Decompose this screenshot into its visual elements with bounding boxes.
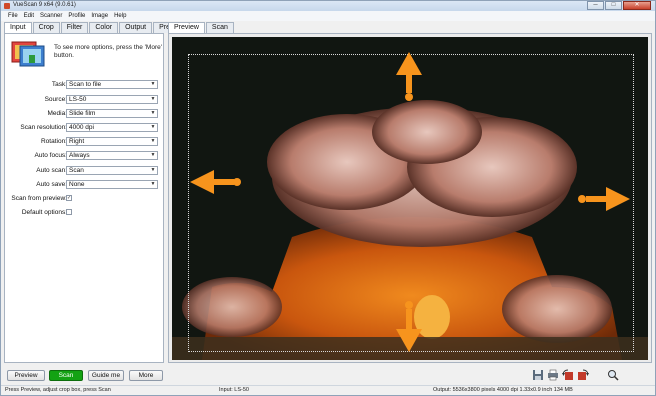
preview-image[interactable] bbox=[172, 37, 648, 360]
auto-scan-row: Auto scan: Scan ▼ bbox=[5, 166, 163, 176]
filmstrip-info-icon bbox=[11, 41, 45, 67]
menu-file[interactable]: File bbox=[5, 11, 21, 21]
guide-me-button[interactable]: Guide me bbox=[88, 370, 124, 381]
status-output: Output: 5536x3800 pixels 4000 dpi 1.33x0… bbox=[433, 387, 573, 393]
maximize-button[interactable]: □ bbox=[605, 1, 622, 10]
source-select[interactable]: LS-50 ▼ bbox=[66, 95, 158, 104]
auto-scan-select[interactable]: Scan ▼ bbox=[66, 166, 158, 175]
menu-help[interactable]: Help bbox=[111, 11, 129, 21]
source-row: Source: LS-50 ▼ bbox=[5, 95, 163, 105]
close-button[interactable]: ✕ bbox=[623, 1, 651, 10]
rotate-left-icon[interactable] bbox=[562, 369, 574, 381]
crop-handle-right[interactable] bbox=[578, 187, 630, 211]
auto-scan-value: Scan bbox=[69, 167, 84, 174]
preview-area bbox=[168, 33, 652, 363]
media-row: Media: Slide film ▼ bbox=[5, 109, 163, 119]
default-options-checkbox[interactable] bbox=[66, 209, 72, 215]
menu-profile[interactable]: Profile bbox=[65, 11, 88, 21]
rotation-select[interactable]: Right ▼ bbox=[66, 137, 158, 146]
scan-button[interactable]: Scan bbox=[49, 370, 83, 381]
save-icon[interactable] bbox=[532, 369, 544, 381]
minimize-button[interactable]: ─ bbox=[587, 1, 604, 10]
rotation-value: Right bbox=[69, 138, 85, 145]
auto-save-row: Auto save: None ▼ bbox=[5, 180, 163, 190]
media-select[interactable]: Slide film ▼ bbox=[66, 109, 158, 118]
title-bar: VueScan 9 x64 (9.0.61) ─ □ ✕ bbox=[1, 1, 655, 11]
auto-focus-select[interactable]: Always ▼ bbox=[66, 151, 158, 160]
rotation-label: Rotation: bbox=[40, 138, 67, 145]
auto-save-select[interactable]: None ▼ bbox=[66, 180, 158, 189]
task-row: Task: Scan to file ▼ bbox=[5, 80, 163, 90]
scan-from-preview-label: Scan from preview: bbox=[11, 195, 67, 202]
scan-from-preview-row: Scan from preview: ✓ bbox=[5, 194, 163, 204]
status-hint: Press Preview, adjust crop box, press Sc… bbox=[5, 387, 111, 393]
auto-focus-label: Auto focus: bbox=[34, 152, 67, 159]
info-message: To see more options, press the 'More' bu… bbox=[54, 44, 162, 59]
chevron-down-icon: ▼ bbox=[150, 110, 156, 116]
menu-bar: File Edit Scanner Profile Image Help bbox=[1, 11, 655, 21]
preview-tabs: Preview Scan bbox=[168, 22, 235, 34]
chevron-down-icon: ▼ bbox=[150, 181, 156, 187]
crop-handle-top[interactable] bbox=[396, 52, 422, 101]
scan-resolution-label: Scan resolution: bbox=[20, 124, 67, 131]
tab-scan[interactable]: Scan bbox=[205, 22, 234, 33]
chevron-down-icon: ▼ bbox=[150, 152, 156, 158]
rotation-row: Rotation: Right ▼ bbox=[5, 137, 163, 147]
auto-focus-value: Always bbox=[69, 152, 90, 159]
crop-handle-bottom[interactable] bbox=[396, 301, 422, 352]
menu-edit[interactable]: Edit bbox=[21, 11, 37, 21]
crop-handles bbox=[190, 52, 630, 352]
options-tabs: Input Crop Filter Color Output Prefs bbox=[4, 22, 182, 34]
print-icon[interactable] bbox=[547, 369, 559, 381]
menu-image[interactable]: Image bbox=[88, 11, 111, 21]
auto-save-label: Auto save: bbox=[36, 181, 67, 188]
auto-scan-label: Auto scan: bbox=[36, 167, 67, 174]
source-value: LS-50 bbox=[69, 96, 87, 103]
tab-filter[interactable]: Filter bbox=[60, 22, 89, 33]
chevron-down-icon: ▼ bbox=[150, 96, 156, 102]
more-button[interactable]: More bbox=[129, 370, 163, 381]
default-options-row: Default options: bbox=[5, 208, 163, 218]
window-title: VueScan 9 x64 (9.0.61) bbox=[13, 2, 76, 8]
media-label: Media: bbox=[47, 110, 67, 117]
zoom-icon[interactable] bbox=[607, 369, 619, 381]
app-icon bbox=[4, 3, 10, 9]
task-select[interactable]: Scan to file ▼ bbox=[66, 80, 158, 89]
chevron-down-icon: ▼ bbox=[150, 138, 156, 144]
rotate-right-icon[interactable] bbox=[577, 369, 589, 381]
scan-resolution-row: Scan resolution: 4000 dpi ▼ bbox=[5, 123, 163, 133]
default-options-label: Default options: bbox=[21, 209, 67, 216]
chevron-down-icon: ▼ bbox=[150, 81, 156, 87]
options-panel: To see more options, press the 'More' bu… bbox=[4, 33, 164, 363]
scan-resolution-value: 4000 dpi bbox=[69, 124, 94, 131]
task-value: Scan to file bbox=[69, 81, 102, 88]
scan-from-preview-checkbox[interactable]: ✓ bbox=[66, 195, 72, 201]
preview-button[interactable]: Preview bbox=[7, 370, 45, 381]
source-label: Source: bbox=[44, 96, 67, 103]
crop-handle-left[interactable] bbox=[190, 170, 241, 194]
chevron-down-icon: ▼ bbox=[150, 124, 156, 130]
media-value: Slide film bbox=[69, 110, 96, 117]
app-window: VueScan 9 x64 (9.0.61) ─ □ ✕ File Edit S… bbox=[0, 0, 656, 396]
auto-focus-row: Auto focus: Always ▼ bbox=[5, 151, 163, 161]
scan-resolution-select[interactable]: 4000 dpi ▼ bbox=[66, 123, 158, 132]
task-label: Task: bbox=[51, 81, 67, 88]
tab-color[interactable]: Color bbox=[89, 22, 119, 33]
menu-scanner[interactable]: Scanner bbox=[37, 11, 65, 21]
auto-save-value: None bbox=[69, 181, 85, 188]
status-input: Input: LS-50 bbox=[219, 387, 249, 393]
window-controls: ─ □ ✕ bbox=[586, 1, 651, 10]
tab-crop[interactable]: Crop bbox=[32, 22, 60, 33]
tab-output[interactable]: Output bbox=[119, 22, 153, 33]
bottom-toolbar: Preview Scan Guide me More bbox=[1, 365, 655, 385]
status-bar: Press Preview, adjust crop box, press Sc… bbox=[1, 385, 655, 395]
chevron-down-icon: ▼ bbox=[150, 167, 156, 173]
